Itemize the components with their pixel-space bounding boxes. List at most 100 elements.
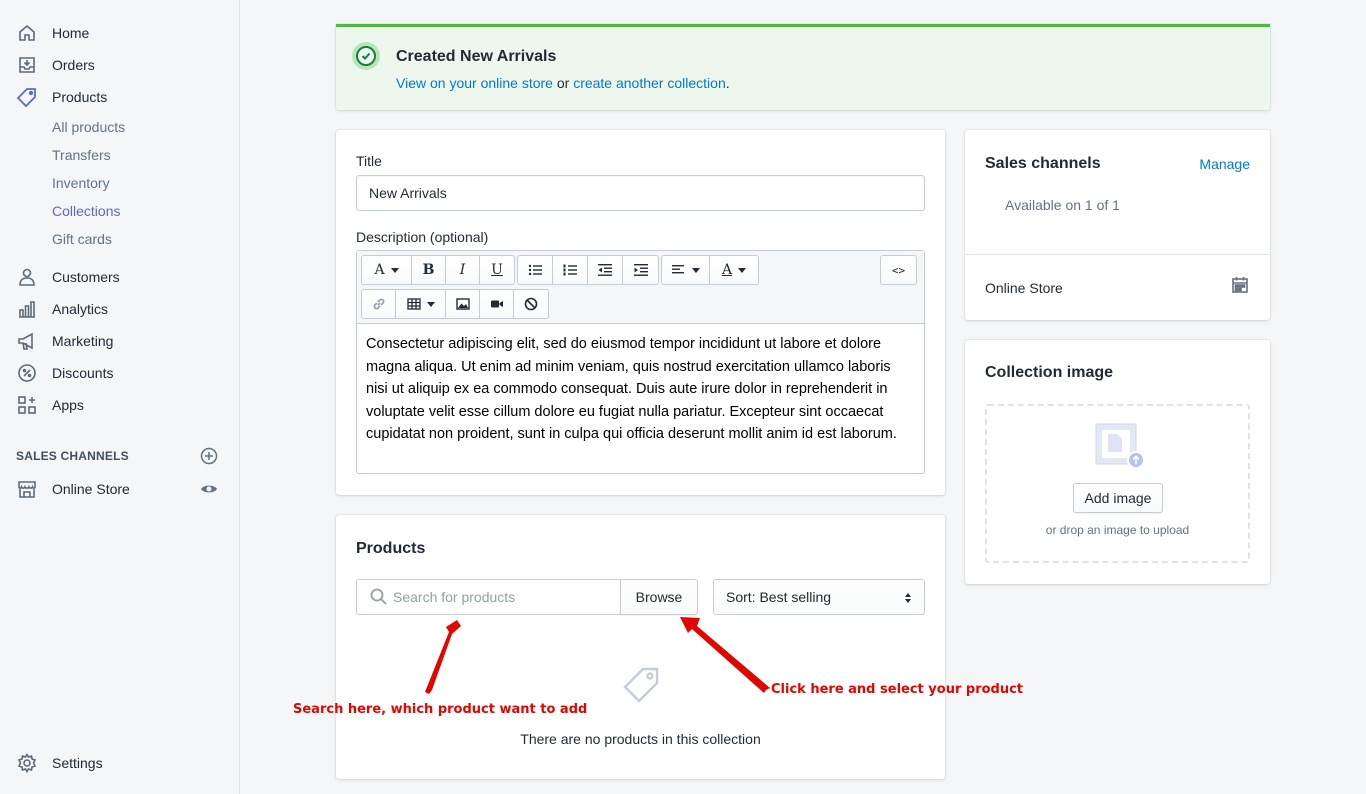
sidebar-item-label: Online Store xyxy=(52,481,130,497)
rich-text-editor: A B I U A <> Consectetur adipiscing elit… xyxy=(356,250,925,474)
collection-image-title: Collection image xyxy=(985,364,1114,381)
drop-hint: or drop an image to upload xyxy=(1045,523,1190,537)
alignment-color-group: A xyxy=(661,255,759,285)
store-icon xyxy=(16,478,38,500)
sidebar-item-label: Discounts xyxy=(52,365,114,381)
availability-text: Available on 1 of 1 xyxy=(1005,197,1120,213)
eye-icon[interactable] xyxy=(200,480,218,498)
browse-annotation-text: Click here and select your product xyxy=(771,682,1024,697)
numbered-list-button[interactable] xyxy=(553,256,588,284)
link-icon xyxy=(373,298,384,310)
banner-text: View on your online store or create anot… xyxy=(396,75,730,91)
apps-icon xyxy=(16,394,38,416)
sidebar: Home Orders Products All products Transf… xyxy=(0,0,240,794)
sidebar-item-orders[interactable]: Orders xyxy=(0,51,239,79)
description-label: Description (optional) xyxy=(356,229,489,245)
sidebar-item-home[interactable]: Home xyxy=(0,19,239,47)
success-banner: Created New Arrivals View on your online… xyxy=(336,24,1270,110)
sidebar-item-label: Apps xyxy=(52,397,84,413)
collection-details-card: Title Description (optional) A B I U A xyxy=(336,130,945,495)
collection-image-card: Collection image Add image or drop an im… xyxy=(965,340,1270,584)
sidebar-item-settings[interactable]: Settings xyxy=(0,749,239,777)
clear-formatting-button[interactable] xyxy=(514,290,548,318)
image-dropzone[interactable]: Add image or drop an image to upload xyxy=(985,404,1250,563)
products-card: Products Browse Sort: Best selling There… xyxy=(336,515,945,779)
html-view-button[interactable]: <> xyxy=(881,256,916,284)
sidebar-subitem-inventory[interactable]: Inventory xyxy=(52,173,110,193)
search-products-input[interactable] xyxy=(393,589,593,605)
text-color-glyph: A xyxy=(721,262,733,278)
sidebar-item-label: Home xyxy=(52,25,90,41)
insert-link-button[interactable] xyxy=(362,290,396,318)
indent-button[interactable] xyxy=(623,256,658,284)
sales-channels-title: Sales channels xyxy=(985,155,1101,172)
indent-icon xyxy=(633,264,648,276)
add-sales-channel-icon[interactable] xyxy=(200,447,218,465)
sidebar-item-discounts[interactable]: Discounts xyxy=(0,359,239,387)
banner-title: Created New Arrivals xyxy=(396,48,557,65)
bar-chart-icon xyxy=(16,298,38,320)
sidebar-item-marketing[interactable]: Marketing xyxy=(0,327,239,355)
bold-button[interactable]: B xyxy=(412,256,446,284)
outdent-icon xyxy=(598,264,612,276)
sidebar-item-analytics[interactable]: Analytics xyxy=(0,295,239,323)
sales-channels-card: Sales channels Manage Available on 1 of … xyxy=(965,130,1270,320)
sidebar-subitem-all-products[interactable]: All products xyxy=(52,117,125,137)
editor-toolbar: A B I U A <> xyxy=(357,251,924,324)
text-style-group: A B I U xyxy=(361,255,515,285)
align-left-icon xyxy=(671,265,684,274)
description-text[interactable]: Consectetur adipiscing elit, sed do eius… xyxy=(366,333,916,446)
online-store-channel: Online Store xyxy=(985,280,1063,296)
sidebar-item-products[interactable]: Products xyxy=(0,83,239,111)
sidebar-subitem-transfers[interactable]: Transfers xyxy=(52,145,111,165)
products-title: Products xyxy=(356,540,426,557)
sidebar-item-label: Marketing xyxy=(52,333,114,349)
sort-value: Sort: Best selling xyxy=(726,589,832,605)
outdent-button[interactable] xyxy=(588,256,623,284)
add-image-button[interactable]: Add image xyxy=(1073,483,1163,513)
tag-icon xyxy=(16,86,38,108)
gear-icon xyxy=(16,752,38,774)
insert-group xyxy=(361,289,549,319)
calendar-icon[interactable] xyxy=(1231,276,1249,294)
sidebar-item-apps[interactable]: Apps xyxy=(0,391,239,419)
person-icon xyxy=(16,266,38,288)
image-icon xyxy=(455,298,470,310)
sidebar-item-label: Settings xyxy=(52,755,103,771)
product-search xyxy=(356,579,621,615)
text-color-button[interactable]: A xyxy=(710,256,758,284)
sidebar-subitem-collections[interactable]: Collections xyxy=(52,201,120,221)
insert-table-button[interactable] xyxy=(396,290,446,318)
italic-button[interactable]: I xyxy=(446,256,480,284)
insert-video-button[interactable] xyxy=(480,290,514,318)
empty-state-text: There are no products in this collection xyxy=(520,731,761,747)
sidebar-item-label: Products xyxy=(52,89,108,105)
manage-link[interactable]: Manage xyxy=(1199,156,1250,172)
font-glyph: A xyxy=(374,262,385,278)
underline-button[interactable]: U xyxy=(480,256,514,284)
empty-tag-icon xyxy=(623,667,659,703)
sidebar-item-label: Orders xyxy=(52,57,95,73)
view-online-store-link[interactable]: View on your online store xyxy=(396,75,553,91)
image-upload-icon xyxy=(1095,423,1145,469)
megaphone-icon xyxy=(16,330,38,352)
bullet-list-button[interactable] xyxy=(518,256,553,284)
divider xyxy=(965,254,1270,255)
sales-channels-heading: SALES CHANNELS xyxy=(16,449,129,463)
sort-select[interactable]: Sort: Best selling xyxy=(713,579,925,615)
create-another-collection-link[interactable]: create another collection xyxy=(573,75,726,91)
browse-button[interactable]: Browse xyxy=(620,579,698,615)
insert-image-button[interactable] xyxy=(446,290,480,318)
align-button[interactable] xyxy=(662,256,710,284)
banner-period: . xyxy=(725,75,730,91)
sidebar-item-label: Customers xyxy=(52,269,120,285)
sidebar-item-customers[interactable]: Customers xyxy=(0,263,239,291)
sidebar-subitem-gift-cards[interactable]: Gift cards xyxy=(52,229,112,249)
discount-icon xyxy=(16,362,38,384)
title-input[interactable] xyxy=(356,175,925,211)
home-icon xyxy=(16,22,38,44)
video-icon xyxy=(490,300,503,308)
orders-icon xyxy=(16,54,38,76)
title-label: Title xyxy=(356,153,382,169)
font-style-button[interactable]: A xyxy=(362,256,412,284)
